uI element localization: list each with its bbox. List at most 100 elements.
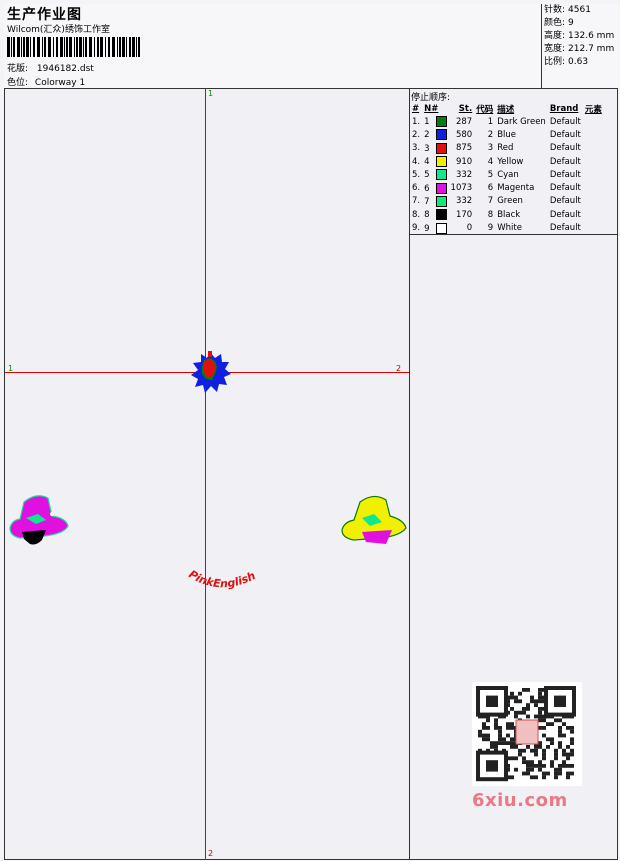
row-element [583,115,604,128]
stat-label: 宽度: [544,44,566,54]
row-brand: Default [549,116,581,127]
row-element [583,142,604,155]
right-hat-motif-icon [341,495,407,544]
row-element [583,181,604,194]
row-brand: Default [549,223,581,234]
stat-label: 比例: [544,57,566,67]
row-code: 3 [487,143,494,154]
needle-number: 9 [424,223,430,234]
table-row: 2. 2 580 2 Blue Default [410,128,604,141]
left-hat-motif-icon [9,495,69,545]
colorway-label: 色位: [7,78,29,88]
needle-number: 3 [424,143,430,154]
table-row: 4. 4 910 4 Yellow Default [410,155,604,168]
table-body: 1. 1 287 1 Dark Green Default 2. 2 580 2 Blue Defau… [410,115,604,235]
color-swatch [435,156,447,168]
stat-value: 212.7 mm [568,44,615,54]
row-brand: Default [549,196,581,207]
barcode-icon [7,37,140,57]
table-row: 5. 5 332 5 Cyan Default [410,168,604,181]
stop-sequence-table: # N# St. 代码 描述 Brand 元素 1. 1 287 1 Dark Green Defau… [410,103,604,235]
row-brand: Default [549,169,581,180]
row-index: 5. [412,169,421,180]
color-swatch [435,129,447,141]
table-header: # N# St. 代码 描述 Brand 元素 [410,103,604,115]
row-code: 7 [487,196,494,207]
row-needle: 3 [422,142,448,155]
row-stitches: 580 [455,129,473,140]
row-stitches: 170 [455,209,473,220]
row-description: Cyan [497,169,519,180]
pattern-label: 花版: [7,64,29,74]
table-row: 6. 6 1073 6 Magenta Default [410,181,604,194]
row-description: Dark Green [497,116,546,127]
stat-row: 颜色: 9 [542,17,618,30]
vertical-axis [205,89,206,860]
needle-number: 7 [424,196,430,207]
stat-label: 颜色: [544,18,566,28]
color-swatch [435,209,447,221]
table-row: 9. 9 0 9 White Default [410,221,604,234]
needle-number: 4 [424,157,430,168]
row-index: 4. [412,156,421,167]
stat-value: 4561 [568,5,591,15]
stop-sequence-title: 停止顺序: [411,93,451,103]
row-stitches: 332 [455,196,473,207]
row-brand: Default [549,129,581,140]
table-row: 3. 3 875 3 Red Default [410,142,604,155]
colorway-value: Colorway 1 [34,78,86,88]
row-index: 8. [412,209,421,220]
row-stitches: 0 [466,223,473,234]
svg-text:PinkEnglish: PinkEnglish [186,568,257,591]
color-swatch [435,142,447,154]
axis-label-left: 1 [8,364,14,373]
table-row: 1. 1 287 1 Dark Green Default [410,115,604,128]
column-header: Brand [549,104,579,114]
color-swatch [435,222,447,234]
stat-value: 9 [568,18,574,28]
column-header: # [412,104,420,114]
row-element [583,208,604,221]
row-needle: 1 [422,115,448,128]
row-description: Magenta [497,183,535,194]
row-code: 9 [487,223,494,234]
row-description: Red [497,143,514,154]
table-row: 8. 8 170 8 Black Default [410,208,604,221]
row-description: Blue [497,129,517,140]
sheet-title: 生产作业图 [7,7,82,23]
column-header: N# [424,104,439,114]
row-stitches: 875 [455,143,473,154]
row-stitches: 332 [455,169,473,180]
row-index: 9. [412,223,421,234]
color-swatch [435,195,447,207]
stat-row: 宽度: 212.7 mm [542,43,618,56]
row-stitches: 287 [455,116,473,127]
row-element [583,128,604,141]
stat-row: 比例: 0.63 [542,56,618,69]
row-code: 5 [487,169,494,180]
row-index: 3. [412,143,421,154]
studio-name: Wilcom(汇众)绣饰工作室 [7,25,110,35]
stat-value: 132.6 mm [568,31,615,41]
row-index: 7. [412,196,421,207]
column-header: 元素 [584,105,602,115]
stop-sequence-panel: 停止顺序: # N# St. 代码 描述 Brand 元素 1. 1 287 1 Dark Gree… [410,89,618,235]
color-swatch [435,182,447,194]
rose-motif-icon [191,351,231,393]
row-index: 2. [412,129,421,140]
row-code: 6 [487,183,494,194]
row-needle: 7 [422,195,448,208]
pattern-row: 花版: 1946182.dst [7,61,94,74]
row-element [583,195,604,208]
row-brand: Default [549,183,581,194]
row-stitches: 910 [455,156,473,167]
row-code: 2 [487,129,494,140]
color-swatch [435,116,447,128]
row-needle: 2 [422,128,448,141]
row-element [583,168,604,181]
stat-row: 高度: 132.6 mm [542,30,618,43]
column-header: 代码 [476,105,494,115]
row-index: 6. [412,183,421,194]
embroidered-text-motif: PinkEnglish [186,568,257,591]
row-needle: 5 [422,168,448,181]
